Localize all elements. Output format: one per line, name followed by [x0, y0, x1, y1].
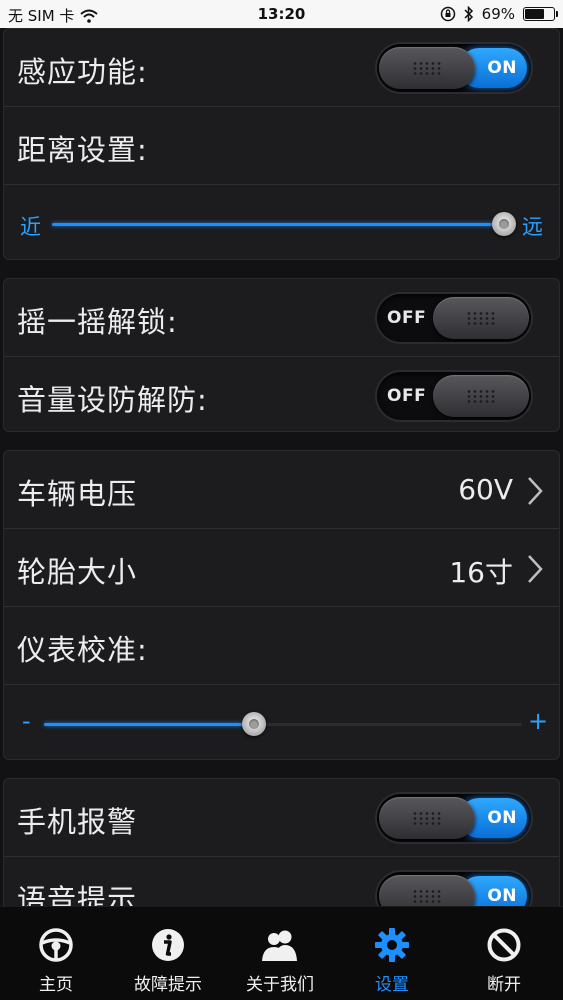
phone-alarm-toggle-state: ON [487, 808, 517, 828]
distance-slider[interactable]: 近 远 [4, 185, 559, 259]
tire-size-value: 16寸 [449, 556, 513, 589]
chevron-right-icon [528, 477, 543, 505]
tire-size-row[interactable]: 轮胎大小 16寸 [4, 529, 559, 607]
calibration-row: 仪表校准: [4, 607, 559, 685]
distance-slider-thumb[interactable] [492, 212, 516, 236]
tab-settings-label: 设置 [375, 975, 409, 995]
calibration-slider-fill [44, 723, 254, 726]
status-bar: 无 SIM 卡 13:20 69% [0, 0, 563, 28]
people-icon [262, 930, 297, 961]
distance-label: 距离设置: [17, 133, 148, 167]
phone-alarm-label: 手机报警 [17, 805, 138, 839]
distance-far-label: 远 [522, 215, 543, 239]
info-icon [152, 929, 184, 961]
tire-size-label: 轮胎大小 [17, 555, 138, 589]
alerts-group: 手机报警 ON 语音提示 ON [3, 778, 560, 906]
voltage-row[interactable]: 车辆电压 60V [4, 451, 559, 529]
volume-arm-label: 音量设防解防: [17, 383, 208, 417]
steering-wheel-icon [39, 928, 73, 962]
voice-prompt-row: 语音提示 ON [4, 857, 559, 906]
disconnect-icon [487, 928, 521, 962]
sensing-label: 感应功能: [17, 55, 148, 89]
voice-prompt-toggle-state: ON [487, 886, 517, 906]
calibration-minus-label[interactable]: - [22, 707, 31, 735]
tab-disconnect-label: 断开 [487, 975, 521, 995]
calibration-slider-thumb[interactable] [242, 712, 266, 736]
tab-home[interactable]: 主页 [0, 907, 112, 1000]
tab-faults-label: 故障提示 [134, 975, 202, 995]
battery-percent: 69% [481, 5, 515, 23]
tab-about[interactable]: 关于我们 [224, 907, 336, 1000]
phone-alarm-toggle[interactable]: ON [377, 794, 531, 842]
voice-prompt-label: 语音提示 [17, 883, 138, 906]
phone-alarm-row: 手机报警 ON [4, 779, 559, 857]
security-group: 摇一摇解锁: OFF 音量设防解防: OFF [3, 278, 560, 432]
tab-settings[interactable]: 设置 [336, 907, 448, 1000]
volume-arm-row: 音量设防解防: OFF [4, 357, 559, 431]
voltage-value: 60V [458, 473, 513, 506]
chevron-right-icon [528, 555, 543, 583]
distance-near-label: 近 [20, 215, 41, 239]
voltage-label: 车辆电压 [17, 477, 138, 511]
shake-unlock-toggle-state: OFF [387, 308, 427, 328]
sensing-toggle[interactable]: ON [377, 44, 531, 92]
distance-row: 距离设置: [4, 107, 559, 185]
calibration-label: 仪表校准: [17, 633, 148, 667]
vehicle-group: 车辆电压 60V 轮胎大小 16寸 仪表校准: - + [3, 450, 560, 760]
shake-unlock-toggle[interactable]: OFF [377, 294, 531, 342]
tab-about-label: 关于我们 [246, 975, 314, 995]
battery-icon [523, 7, 558, 21]
shake-unlock-row: 摇一摇解锁: OFF [4, 279, 559, 357]
tab-faults[interactable]: 故障提示 [112, 907, 224, 1000]
voice-prompt-toggle[interactable]: ON [377, 872, 531, 906]
proximity-group: 感应功能: ON 距离设置: 近 远 [3, 28, 560, 260]
calibration-slider[interactable]: - + [4, 685, 559, 759]
tab-home-label: 主页 [39, 975, 73, 995]
orientation-lock-icon [440, 6, 455, 22]
gear-icon [375, 928, 409, 962]
bluetooth-icon [464, 6, 473, 22]
calibration-plus-label[interactable]: + [528, 707, 548, 735]
volume-arm-toggle[interactable]: OFF [377, 372, 531, 420]
settings-screen: 无 SIM 卡 13:20 69% 感应功能: ON 距离设置: 近 远 摇一摇… [0, 0, 563, 1000]
sensing-row: 感应功能: ON [4, 29, 559, 107]
volume-arm-toggle-state: OFF [387, 386, 427, 406]
distance-slider-fill [52, 223, 504, 226]
tab-bar: 主页 故障提示 关于我们 设置 断开 [0, 906, 563, 1000]
settings-content[interactable]: 感应功能: ON 距离设置: 近 远 摇一摇解锁: OFF 音量设防解防: OF… [0, 28, 563, 906]
shake-unlock-label: 摇一摇解锁: [17, 305, 178, 339]
sensing-toggle-state: ON [487, 58, 517, 78]
tab-disconnect[interactable]: 断开 [448, 907, 560, 1000]
